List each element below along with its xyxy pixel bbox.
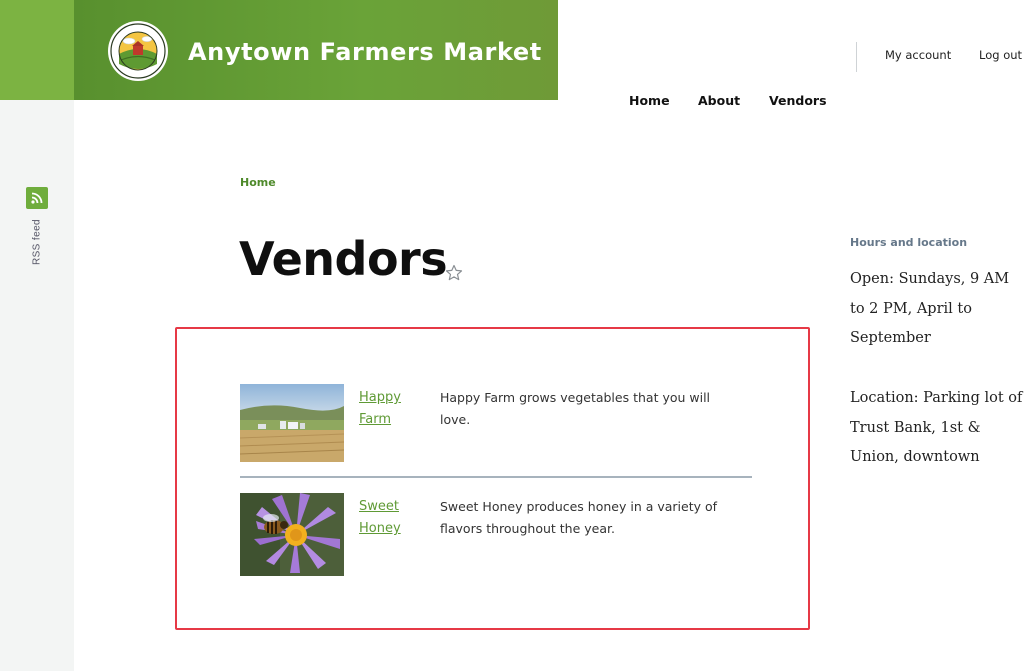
my-account-link[interactable]: My account (885, 48, 951, 62)
site-branding: Anytown Farmers Market (74, 0, 558, 100)
nav-item-about[interactable]: About (698, 93, 740, 108)
rail-header-strip (0, 0, 74, 100)
vendor-description-happy-farm: Happy Farm grows vegetables that you wil… (440, 390, 711, 427)
log-out-link[interactable]: Log out (979, 48, 1022, 62)
farm-logo-icon (108, 21, 168, 81)
page-title: Vendors (239, 232, 448, 286)
bookmark-star-icon[interactable] (445, 264, 463, 282)
rss-feed-label: RSS feed (31, 218, 43, 266)
vendor-image-happy-farm[interactable] (240, 384, 344, 462)
nav-item-home[interactable]: Home (629, 93, 670, 108)
vendor-item-sweet-honey: Sweet Honey Sweet Honey produces honey i… (240, 493, 752, 577)
sidebar-title: Hours and location (850, 236, 968, 249)
vendor-link-happy-farm[interactable]: Happy Farm (359, 387, 429, 431)
bee-on-flower-image (240, 493, 344, 576)
vendor-divider (240, 476, 752, 478)
vendors-list-highlight (175, 327, 810, 630)
site-name[interactable]: Anytown Farmers Market (188, 38, 542, 66)
vendor-item-happy-farm: Happy Farm Happy Farm grows vegetables t… (240, 384, 752, 464)
breadcrumb-home[interactable]: Home (240, 176, 276, 189)
sidebar-hours: Open: Sundays, 9 AM to 2 PM, April to Se… (850, 271, 1010, 346)
rss-feed-button[interactable] (26, 187, 48, 209)
rss-feed-label-wrap[interactable]: RSS feed (27, 215, 47, 269)
sidebar-location: Location: Parking lot of Trust Bank, 1st… (850, 390, 1023, 465)
farm-landscape-image (240, 384, 344, 462)
vendor-description-sweet-honey: Sweet Honey produces honey in a variety … (440, 499, 718, 536)
side-rail (0, 100, 74, 671)
vendor-link-sweet-honey[interactable]: Sweet Honey (359, 496, 429, 540)
nav-divider (856, 42, 857, 72)
vendor-image-sweet-honey[interactable] (240, 493, 344, 576)
site-logo[interactable] (107, 20, 169, 82)
nav-item-vendors[interactable]: Vendors (769, 93, 827, 108)
rss-icon (31, 192, 43, 204)
